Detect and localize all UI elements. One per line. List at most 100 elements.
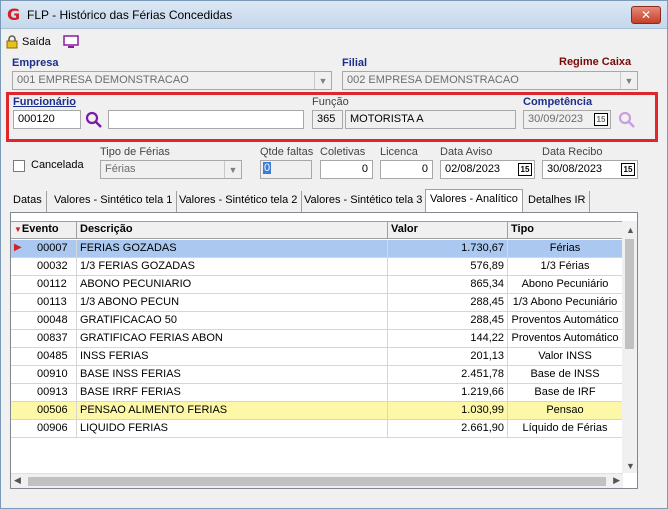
- cell-valor: 288,45: [388, 312, 508, 330]
- data-recibo-input[interactable]: 30/08/2023 15: [542, 160, 638, 179]
- hscroll-thumb[interactable]: [28, 477, 606, 486]
- cell-descricao: GRATIFICAO FERIAS ABON: [77, 330, 388, 348]
- tab-datas[interactable]: Datas: [9, 191, 47, 212]
- filial-select[interactable]: 002 EMPRESA DEMONSTRACAO ▼: [342, 71, 638, 90]
- cell-evento: 00113: [11, 294, 77, 312]
- cell-descricao: LIQUIDO FERIAS: [77, 420, 388, 438]
- cell-descricao: INSS FERIAS: [77, 348, 388, 366]
- cell-valor: 288,45: [388, 294, 508, 312]
- cancelada-checkbox[interactable]: [13, 160, 25, 172]
- qtde-faltas-label: Qtde faltas: [260, 146, 314, 158]
- tab-detalhes-ir[interactable]: Detalhes IR: [524, 191, 591, 212]
- exit-button[interactable]: Saída: [5, 33, 51, 51]
- cell-descricao: GRATIFICACAO 50: [77, 312, 388, 330]
- cell-valor: 1.219,66: [388, 384, 508, 402]
- table-row[interactable]: 00032 1/3 FERIAS GOZADAS 576,89 1/3 Férias: [11, 258, 623, 276]
- search-icon[interactable]: [618, 111, 636, 129]
- exit-label: Saída: [22, 36, 51, 48]
- cell-valor: 576,89: [388, 258, 508, 276]
- tab-sintetico-3[interactable]: Valores - Sintético tela 3: [300, 191, 428, 212]
- cell-tipo: Férias: [508, 240, 623, 258]
- header-descricao[interactable]: Descrição: [77, 222, 388, 239]
- cell-descricao: PENSAO ALIMENTO FERIAS: [77, 402, 388, 420]
- table-row[interactable]: 00910 BASE INSS FERIAS 2.451,78 Base de INS…: [11, 366, 623, 384]
- scroll-up-icon[interactable]: ▲: [626, 225, 635, 235]
- header-evento[interactable]: ▼Evento: [11, 222, 77, 239]
- cell-descricao: ABONO PECUNIARIO: [77, 276, 388, 294]
- funcao-name: MOTORISTA A: [345, 110, 516, 129]
- cell-descricao: 1/3 FERIAS GOZADAS: [77, 258, 388, 276]
- cell-valor: 1.730,67: [388, 240, 508, 258]
- scroll-thumb[interactable]: [625, 239, 634, 349]
- tab-sintetico-2[interactable]: Valores - Sintético tela 2: [175, 191, 303, 212]
- cell-descricao: 1/3 ABONO PECUN: [77, 294, 388, 312]
- tab-analitico[interactable]: Valores - Analítico: [425, 189, 523, 213]
- tab-sintetico-1[interactable]: Valores - Sintético tela 1: [50, 191, 178, 212]
- chevron-down-icon[interactable]: ▼: [314, 72, 331, 89]
- table-row[interactable]: 00485 INSS FERIAS 201,13 Valor INSS: [11, 348, 623, 366]
- table-row[interactable]: 00837 GRATIFICAO FERIAS ABON 144,22 Provent…: [11, 330, 623, 348]
- cell-tipo: Líquido de Férias: [508, 420, 623, 438]
- table-row[interactable]: 00913 BASE IRRF FERIAS 1.219,66 Base de IRF: [11, 384, 623, 402]
- coletivas-label: Coletivas: [320, 146, 366, 158]
- empresa-select[interactable]: 001 EMPRESA DEMONSTRACAO ▼: [12, 71, 332, 90]
- vertical-scrollbar[interactable]: ▲ ▼: [622, 221, 637, 473]
- table-row[interactable]: 00906 LIQUIDO FERIAS 2.661,90 Líquido de Fé…: [11, 420, 623, 438]
- events-grid: ▼Evento Descrição Valor Tipo 00007 FERIAS…: [10, 212, 638, 489]
- chevron-down-icon[interactable]: ▼: [620, 72, 637, 89]
- tipo-ferias-select[interactable]: Férias ▼: [100, 160, 242, 179]
- horizontal-scrollbar[interactable]: ◀ ▶: [11, 473, 623, 488]
- app-logo-icon: G: [7, 5, 21, 24]
- tipo-ferias-value: Férias: [105, 163, 136, 175]
- header-valor[interactable]: Valor: [388, 222, 508, 239]
- calendar-icon[interactable]: 15: [621, 163, 635, 176]
- chevron-down-icon[interactable]: ▼: [224, 161, 241, 178]
- cell-evento: 00032: [11, 258, 77, 276]
- cell-evento: 00910: [11, 366, 77, 384]
- coletivas-input[interactable]: 0: [320, 160, 373, 179]
- funcionario-code-input[interactable]: 000120: [13, 110, 81, 129]
- search-icon[interactable]: [85, 111, 103, 129]
- tipo-ferias-label: Tipo de Férias: [100, 146, 170, 158]
- cell-descricao: FERIAS GOZADAS: [77, 240, 388, 258]
- data-aviso-label: Data Aviso: [440, 146, 493, 158]
- cell-valor: 1.030,99: [388, 402, 508, 420]
- qtde-faltas-input[interactable]: 0: [260, 160, 312, 179]
- filial-value: 002 EMPRESA DEMONSTRACAO: [347, 74, 519, 86]
- table-row[interactable]: 00112 ABONO PECUNIARIO 865,34 Abono Pecuniá…: [11, 276, 623, 294]
- cell-evento: 00112: [11, 276, 77, 294]
- empresa-label: Empresa: [12, 57, 59, 69]
- cell-evento: 00506: [11, 402, 77, 420]
- cell-evento: 00485: [11, 348, 77, 366]
- data-aviso-input[interactable]: 02/08/2023 15: [440, 160, 535, 179]
- cell-tipo: Base de IRF: [508, 384, 623, 402]
- competencia-input[interactable]: 30/09/2023 15: [523, 110, 611, 129]
- cell-evento: 00048: [11, 312, 77, 330]
- data-aviso-value: 02/08/2023: [445, 163, 501, 175]
- funcionario-name-input[interactable]: [108, 110, 304, 129]
- scroll-right-icon[interactable]: ▶: [613, 475, 620, 486]
- monitor-button[interactable]: [63, 33, 79, 51]
- title-bar: G FLP - Histórico das Férias Concedidas …: [1, 1, 667, 29]
- table-row[interactable]: 00007 FERIAS GOZADAS 1.730,67 Férias ▶: [11, 240, 623, 258]
- calendar-icon[interactable]: 15: [594, 113, 608, 126]
- empresa-value: 001 EMPRESA DEMONSTRACAO: [17, 74, 189, 86]
- table-row[interactable]: 00048 GRATIFICACAO 50 288,45 Proventos Auto…: [11, 312, 623, 330]
- licenca-input[interactable]: 0: [380, 160, 433, 179]
- cell-valor: 144,22: [388, 330, 508, 348]
- funcao-label: Função: [312, 96, 349, 108]
- current-row-indicator-icon: ▶: [14, 242, 22, 253]
- filial-label: Filial: [342, 57, 368, 69]
- competencia-label: Competência: [523, 96, 593, 108]
- header-tipo[interactable]: Tipo: [508, 222, 623, 239]
- calendar-icon[interactable]: 15: [518, 163, 532, 176]
- sort-down-icon: ▼: [14, 225, 22, 234]
- funcionario-label: Funcionário: [13, 96, 76, 108]
- cell-evento: 00913: [11, 384, 77, 402]
- table-row[interactable]: 00506 PENSAO ALIMENTO FERIAS 1.030,99 Pensa…: [11, 402, 623, 420]
- scroll-left-icon[interactable]: ◀: [14, 475, 21, 486]
- table-row[interactable]: 00113 1/3 ABONO PECUN 288,45 1/3 Abono Pecu…: [11, 294, 623, 312]
- scroll-down-icon[interactable]: ▼: [626, 461, 635, 471]
- close-button[interactable]: ✕: [631, 6, 661, 24]
- cell-evento: 00906: [11, 420, 77, 438]
